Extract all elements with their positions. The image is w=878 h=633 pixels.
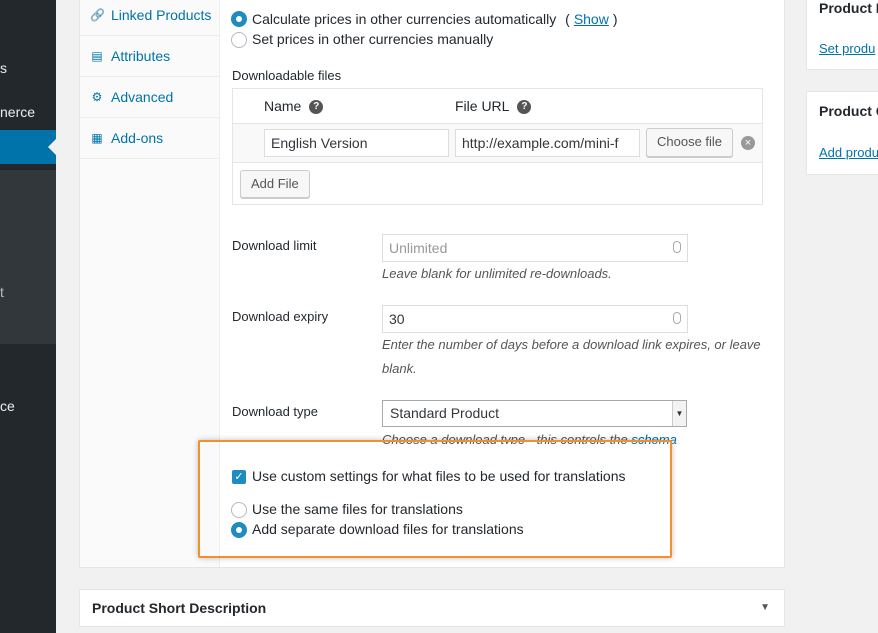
download-type-select[interactable]: Standard Product ▼ [382,400,687,427]
collapse-arrow-icon[interactable]: ▼ [760,602,770,613]
product-image-box: Product I Set produ [806,0,878,70]
list-icon: ▤ [91,49,103,63]
add-product-link[interactable]: Add produ [819,145,878,160]
stepper-icon[interactable] [673,312,681,324]
tab-linked-products[interactable]: 🔗 Linked Products [80,0,220,36]
admin-menu-item[interactable]: ce [0,398,15,414]
stepper-icon[interactable] [673,241,681,253]
admin-submenu [0,170,56,344]
short-description-title: Product Short Description [92,600,267,616]
col-url-header: File URL? [455,98,532,115]
tab-attributes[interactable]: ▤ Attributes [80,36,220,77]
download-type-value: Standard Product [390,405,499,421]
product-short-description-box[interactable]: Product Short Description ▼ [79,589,785,627]
downloadable-files-table: Name? File URL? English Version http://e… [232,88,763,205]
dropdown-arrow-icon: ▼ [672,401,686,426]
tab-add-ons[interactable]: ▦ Add-ons [80,118,220,159]
tab-label: Attributes [111,48,171,64]
downloadable-files-heading: Downloadable files [232,68,342,83]
download-type-label: Download type [232,404,318,419]
file-name-input[interactable]: English Version [264,129,449,157]
download-expiry-input[interactable]: 30 [382,305,688,333]
download-limit-label: Download limit [232,238,317,253]
admin-sidebar: s nerce t ce [0,0,56,633]
active-item-arrow [48,139,56,155]
manual-prices-label: Set prices in other currencies manually [252,31,494,47]
tab-label: Linked Products [111,7,212,23]
admin-menu-item[interactable]: s [0,60,7,76]
tab-label: Add-ons [111,130,164,146]
download-limit-hint: Leave blank for unlimited re-downloads. [382,266,612,281]
download-expiry-hint-1: Enter the number of days before a downlo… [382,337,761,352]
product-categories-box: Product C Add produ [806,91,878,175]
radio-auto-prices[interactable] [231,11,247,27]
product-categories-title: Product C [819,103,878,119]
product-image-title: Product I [819,0,878,16]
download-expiry-label: Download expiry [232,309,329,324]
download-expiry-hint-2: blank. [382,361,417,376]
admin-menu-item-woocommerce[interactable]: nerce [0,104,35,120]
choose-file-button[interactable]: Choose file [646,128,734,157]
auto-prices-label: Calculate prices in other currencies aut… [252,11,618,27]
addons-icon: ▦ [91,131,103,145]
help-icon[interactable]: ? [517,100,532,115]
help-icon[interactable]: ? [309,100,324,115]
set-product-image-link[interactable]: Set produ [819,41,875,56]
link-icon: 🔗 [90,8,105,22]
col-name-header: Name? [264,98,324,115]
radio-manual-prices[interactable] [231,32,247,48]
file-url-input[interactable]: http://example.com/mini-f [455,129,640,157]
tab-advanced[interactable]: ⚙ Advanced [80,77,220,118]
gear-icon: ⚙ [91,90,103,104]
highlight-box [198,440,672,558]
admin-submenu-item[interactable]: t [0,284,4,300]
show-link[interactable]: Show [574,11,609,27]
add-file-button[interactable]: Add File [240,170,310,198]
file-row: English Version http://example.com/mini-… [233,124,762,163]
download-limit-input[interactable]: Unlimited [382,234,688,262]
tab-label: Advanced [111,89,174,105]
files-table-header: Name? File URL? [233,89,762,124]
remove-file-icon[interactable]: × [741,136,755,150]
